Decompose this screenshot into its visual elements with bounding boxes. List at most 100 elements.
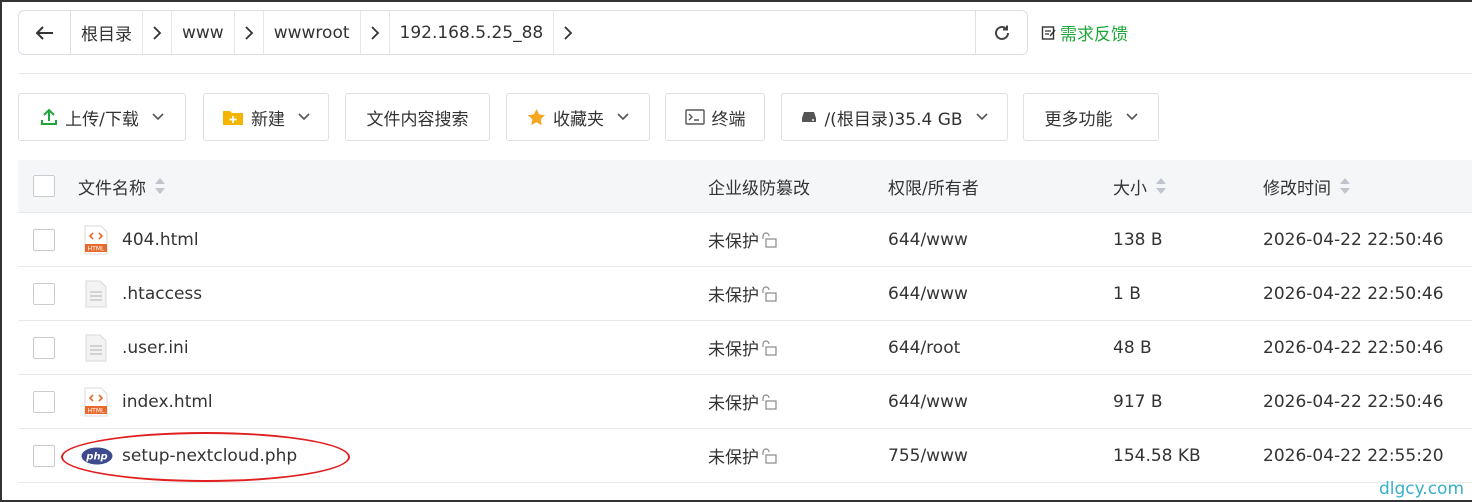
- path-bar: 根目录 www wwwroot 192.168.5.25_88: [18, 10, 1028, 55]
- header-name[interactable]: 文件名称: [78, 160, 166, 212]
- unlock-icon: [762, 393, 777, 410]
- sort-icon[interactable]: [154, 177, 166, 195]
- file-name[interactable]: setup-nextcloud.php: [122, 446, 297, 466]
- star-icon: [528, 109, 545, 126]
- file-size: 138 B: [1113, 229, 1163, 250]
- edit-icon: [1041, 25, 1056, 40]
- table-row[interactable]: php setup-nextcloud.php 未保护 755/www 154.…: [18, 429, 1472, 483]
- disk-icon: [802, 112, 817, 122]
- header-size[interactable]: 大小: [1113, 160, 1167, 212]
- row-checkbox[interactable]: [33, 444, 55, 467]
- svg-text:HTML: HTML: [88, 407, 105, 414]
- upload-download-label: 上传/下载: [65, 109, 139, 130]
- sort-icon[interactable]: [1339, 177, 1351, 195]
- file-size: 917 B: [1113, 391, 1163, 412]
- protect-status[interactable]: 未保护: [708, 429, 777, 482]
- chevron-down-icon: [617, 113, 629, 121]
- favorites-button[interactable]: 收藏夹: [506, 93, 650, 141]
- protect-status[interactable]: 未保护: [708, 213, 777, 266]
- chevron-down-icon: [975, 113, 988, 121]
- header-mtime-label: 修改时间: [1263, 178, 1331, 199]
- row-checkbox[interactable]: [33, 228, 55, 251]
- content-search-button[interactable]: 文件内容搜索: [345, 93, 490, 141]
- permission[interactable]: 644/www: [888, 213, 968, 266]
- header-mtime[interactable]: 修改时间: [1263, 160, 1351, 212]
- html-file-icon: HTML: [83, 387, 109, 417]
- unlock-icon: [762, 447, 777, 464]
- permission[interactable]: 644/root: [888, 321, 960, 374]
- file-name[interactable]: .htaccess: [122, 284, 202, 304]
- table-row[interactable]: .htaccess 未保护 644/www 1 B 2026-04-22 22:…: [18, 267, 1472, 321]
- header-size-label: 大小: [1113, 178, 1147, 199]
- watermark: dlgcy.com: [1379, 479, 1464, 499]
- chevron-down-icon: [152, 113, 164, 121]
- permission[interactable]: 644/www: [888, 375, 968, 428]
- file-name[interactable]: index.html: [122, 392, 213, 412]
- table-row[interactable]: .user.ini 未保护 644/root 48 B 2026-04-22 2…: [18, 321, 1472, 375]
- terminal-button[interactable]: 终端: [665, 93, 765, 141]
- terminal-icon: [684, 109, 705, 125]
- path-input-area[interactable]: [582, 11, 975, 54]
- chevron-down-icon: [1125, 113, 1138, 121]
- new-button[interactable]: 新建: [203, 93, 329, 141]
- modified-time: 2026-04-22 22:50:46: [1263, 229, 1444, 250]
- chevron-right-icon[interactable]: [142, 11, 172, 54]
- divider: [18, 73, 1472, 74]
- row-checkbox[interactable]: [33, 336, 55, 359]
- toolbar: 上传/下载 新建 文件内容搜索 收藏夹 终端 /(根目录)35.4 GB 更多功…: [0, 93, 1472, 141]
- terminal-label: 终端: [711, 109, 746, 130]
- refresh-button[interactable]: [975, 11, 1027, 54]
- refresh-icon: [994, 25, 1009, 40]
- breadcrumb-wwwroot[interactable]: wwwroot: [264, 11, 360, 54]
- table-row[interactable]: HTML 404.html 未保护 644/www 138 B 2026-04-…: [18, 213, 1472, 267]
- permission[interactable]: 644/www: [888, 267, 968, 320]
- protect-status[interactable]: 未保护: [708, 267, 777, 320]
- breadcrumb-root[interactable]: 根目录: [71, 11, 142, 54]
- modified-time: 2026-04-22 22:50:46: [1263, 337, 1444, 358]
- protect-label: 未保护: [708, 232, 759, 252]
- row-checkbox[interactable]: [33, 282, 55, 305]
- new-label: 新建: [251, 109, 285, 130]
- upload-download-button[interactable]: 上传/下载: [18, 93, 186, 141]
- modified-time: 2026-04-22 22:50:46: [1263, 283, 1444, 304]
- upload-icon: [41, 108, 58, 125]
- folder-plus-icon: [223, 111, 243, 125]
- chevron-right-icon[interactable]: [233, 11, 264, 54]
- protect-label: 未保护: [708, 286, 759, 306]
- protect-status[interactable]: 未保护: [708, 321, 777, 374]
- file-size: 48 B: [1113, 337, 1152, 358]
- table-row[interactable]: HTML index.html 未保护 644/www 917 B 2026-0…: [18, 375, 1472, 429]
- unlock-icon: [762, 339, 777, 356]
- sort-icon[interactable]: [1155, 177, 1167, 195]
- html-file-icon: HTML: [83, 225, 109, 255]
- protect-status[interactable]: 未保护: [708, 375, 777, 428]
- disk-button[interactable]: /(根目录)35.4 GB: [781, 93, 1008, 141]
- text-file-icon: [83, 333, 109, 363]
- disk-label: /(根目录)35.4 GB: [824, 109, 963, 130]
- protect-label: 未保护: [708, 448, 759, 468]
- breadcrumb-www[interactable]: www: [172, 11, 234, 54]
- permission[interactable]: 755/www: [888, 429, 968, 482]
- table-header: 文件名称 企业级防篡改 权限/所有者 大小 修改时间: [18, 160, 1472, 213]
- header-name-label: 文件名称: [78, 178, 146, 199]
- unlock-icon: [762, 231, 777, 248]
- feedback-link[interactable]: 需求反馈: [1041, 20, 1128, 45]
- file-name[interactable]: 404.html: [122, 230, 199, 250]
- favorites-label: 收藏夹: [553, 109, 604, 130]
- modified-time: 2026-04-22 22:55:20: [1263, 445, 1444, 466]
- chevron-right-icon[interactable]: [553, 11, 582, 54]
- arrow-left-icon: [35, 25, 53, 40]
- breadcrumb-site[interactable]: 192.168.5.25_88: [390, 11, 554, 54]
- svg-text:php: php: [85, 451, 107, 462]
- chevron-down-icon: [298, 113, 310, 121]
- row-checkbox[interactable]: [33, 390, 55, 413]
- file-name[interactable]: .user.ini: [122, 338, 189, 358]
- select-all-checkbox[interactable]: [33, 175, 55, 197]
- svg-text:HTML: HTML: [88, 245, 105, 252]
- file-size: 1 B: [1113, 283, 1141, 304]
- modified-time: 2026-04-22 22:50:46: [1263, 391, 1444, 412]
- feedback-label: 需求反馈: [1060, 25, 1128, 45]
- chevron-right-icon[interactable]: [359, 11, 390, 54]
- back-button[interactable]: [19, 11, 71, 54]
- more-functions-button[interactable]: 更多功能: [1023, 93, 1159, 141]
